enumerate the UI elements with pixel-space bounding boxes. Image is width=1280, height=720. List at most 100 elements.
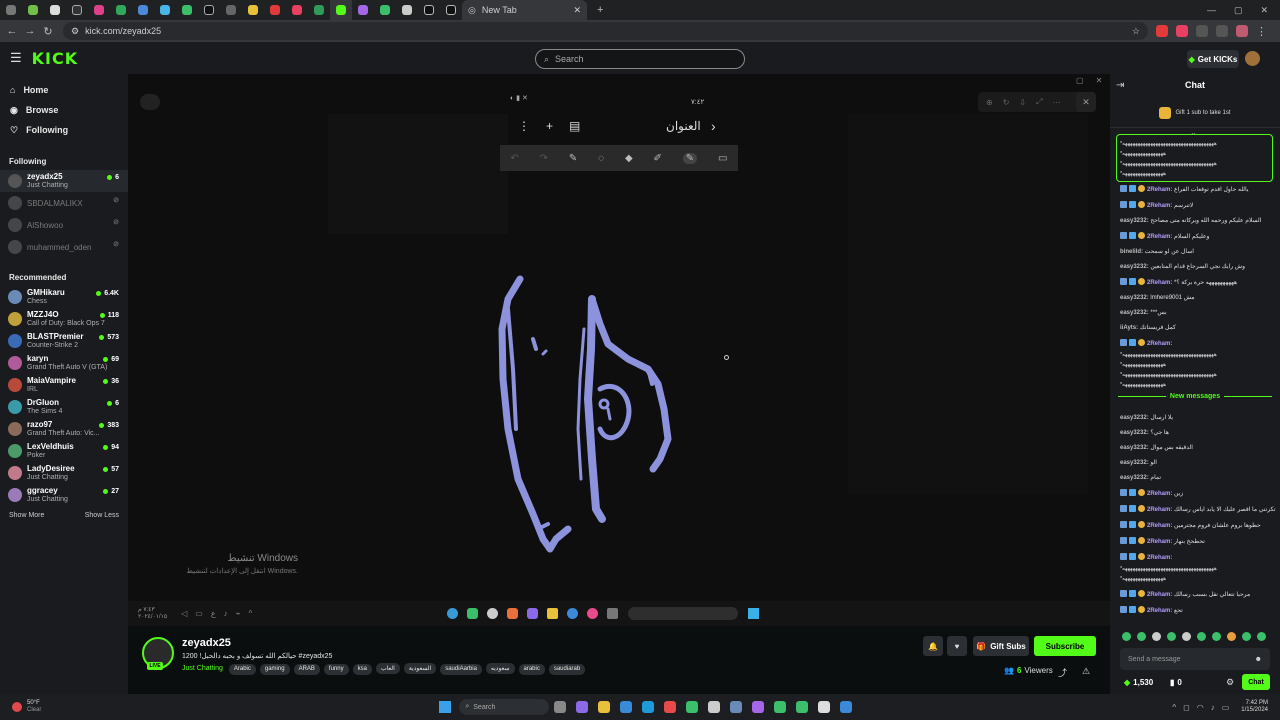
nav-following[interactable]: ♡ Following: [0, 120, 128, 140]
lasso-icon[interactable]: ◌: [598, 153, 604, 164]
chat-message[interactable]: 2Reham: حطوها بروم علشان فروم مجترمين: [1110, 521, 1280, 530]
taskbar-app-icon[interactable]: [620, 701, 633, 713]
tab-favicon[interactable]: [396, 0, 418, 20]
chat-username[interactable]: 2Reham: [1147, 187, 1170, 193]
tab-favicon[interactable]: [440, 0, 462, 20]
book-icon[interactable]: ▤: [569, 119, 580, 133]
chat-message[interactable]: binelild: اسأل عن لو سمحت: [1110, 248, 1280, 256]
more-icon[interactable]: ⋯: [1053, 98, 1061, 107]
tab-favicon[interactable]: [286, 0, 308, 20]
recommended-channel[interactable]: ggracey Just Chatting 27: [0, 484, 128, 506]
recommended-channel[interactable]: GMHikaru Chess 6.4K: [0, 286, 128, 308]
profile-icon[interactable]: [1236, 25, 1248, 37]
follow-button[interactable]: ♥: [947, 636, 967, 656]
bookmark-star-icon[interactable]: ☆: [1132, 26, 1140, 37]
recommended-channel[interactable]: LexVeldhuis Poker 94: [0, 440, 128, 462]
chat-message[interactable]: easy3232: lmhere9001 مش: [1110, 294, 1280, 302]
chat-message[interactable]: 2Reham:: [1110, 553, 1280, 562]
send-chat-button[interactable]: Chat: [1242, 674, 1270, 690]
nav-home[interactable]: ⌂ Home: [0, 80, 128, 100]
tag-chip[interactable]: العاب: [375, 663, 400, 674]
wifi-icon[interactable]: ◠: [1197, 703, 1204, 712]
tag-chip[interactable]: ARAB: [293, 663, 320, 675]
tab-favicon[interactable]: [132, 0, 154, 20]
chat-username[interactable]: 2Reham: [1147, 491, 1170, 497]
redo-icon[interactable]: ↷: [540, 153, 548, 164]
tab-favicon-kick[interactable]: [330, 0, 352, 20]
tab-favicon[interactable]: [44, 0, 66, 20]
emote-icon[interactable]: [1242, 632, 1251, 641]
chat-username[interactable]: binelild: [1120, 249, 1141, 255]
gift-banner[interactable]: Gift 1 sub to take 1st: [1110, 98, 1280, 128]
more-vert-icon[interactable]: ⋮: [518, 119, 530, 133]
tag-chip[interactable]: سعوديه: [485, 663, 515, 674]
user-avatar[interactable]: [1245, 51, 1260, 66]
chat-message[interactable]: easy3232: ***بس: [1110, 309, 1280, 317]
reload-icon[interactable]: ↻: [39, 25, 57, 38]
address-bar[interactable]: ⚙ kick.com/zeyadx25 ☆: [63, 22, 1148, 40]
chat-message[interactable]: easy3232: الو: [1110, 459, 1280, 467]
back-icon[interactable]: ←: [3, 25, 21, 37]
recommended-channel[interactable]: LadyDesiree Just Chatting 57: [0, 462, 128, 484]
emote-icon[interactable]: [1257, 632, 1266, 641]
following-channel[interactable]: AlShowoo ⊘: [0, 214, 128, 236]
share-icon[interactable]: ↻: [1003, 98, 1010, 107]
volume-icon[interactable]: ♪: [1211, 703, 1215, 712]
chat-username[interactable]: 2Reham: [1147, 234, 1170, 240]
recommended-channel[interactable]: MaiaVampire IRL 36: [0, 374, 128, 396]
tab-favicon[interactable]: [374, 0, 396, 20]
tab-favicon[interactable]: [154, 0, 176, 20]
show-more-button[interactable]: Show More: [9, 512, 44, 519]
emote-icon[interactable]: [1182, 632, 1191, 641]
recommended-channel[interactable]: karyn Grand Theft Auto V (GTA) 69: [0, 352, 128, 374]
tag-chip[interactable]: ksa: [352, 663, 372, 675]
battery-icon[interactable]: ▭: [1222, 703, 1230, 712]
maximize-icon[interactable]: ▢: [1234, 5, 1243, 16]
notification-bell-button[interactable]: 🔔: [923, 636, 943, 656]
taskbar-search[interactable]: ⌕ Search: [459, 699, 550, 715]
chat-message[interactable]: easy3232: السلام عليكم ورحمه الله وبركات…: [1110, 217, 1280, 225]
taskbar-app-icon[interactable]: [730, 701, 743, 713]
chat-username[interactable]: 2Reham: [1147, 341, 1170, 347]
channel-name[interactable]: zeyadx25: [182, 637, 231, 649]
extension-icon[interactable]: [1156, 25, 1168, 37]
nav-browse[interactable]: ◉ Browse: [0, 100, 128, 120]
chat-message[interactable]: 2Reham: مرحبا تتعالي نقل بسبب رسالك: [1110, 590, 1280, 599]
taskbar-clock[interactable]: 7:42 PM 1/15/2024: [1241, 700, 1268, 714]
channel-points[interactable]: ▮ 0: [1170, 678, 1182, 687]
extension-icon[interactable]: [1176, 25, 1188, 37]
taskbar-app-icon[interactable]: [796, 701, 809, 713]
chat-username[interactable]: easy3232: [1120, 460, 1147, 466]
chat-message[interactable]: 2Reham: تحع: [1110, 606, 1280, 615]
tag-chip[interactable]: funny: [323, 663, 349, 675]
gift-subs-button[interactable]: 🎁 Gift Subs: [973, 636, 1029, 656]
close-tab-icon[interactable]: ✕: [573, 5, 581, 16]
chat-username[interactable]: easy3232: [1120, 264, 1147, 270]
taskbar-app-icon[interactable]: [818, 701, 831, 713]
chat-message[interactable]: easy3232: تمام: [1110, 474, 1280, 482]
chat-username[interactable]: 2Reham: [1147, 203, 1170, 209]
recommended-channel[interactable]: razo97 Grand Theft Auto: Vic... 383: [0, 418, 128, 440]
emote-icon[interactable]: [1197, 632, 1206, 641]
chat-username[interactable]: 2Reham: [1147, 280, 1170, 286]
chat-message[interactable]: 2Reham: زين: [1110, 489, 1280, 498]
undo-icon[interactable]: ↶: [510, 153, 518, 164]
taskbar-app-icon[interactable]: [686, 701, 699, 713]
chat-message[interactable]: 2Reham: تحطحخ بنهار: [1110, 537, 1280, 546]
tag-chip[interactable]: السعودية: [403, 663, 437, 674]
tab-favicon[interactable]: [88, 0, 110, 20]
chevron-right-icon[interactable]: ›: [711, 118, 716, 134]
close-window-icon[interactable]: ✕: [1260, 5, 1268, 16]
search-input[interactable]: ⌕ Search: [535, 49, 745, 69]
taskbar-app-icon[interactable]: [708, 701, 721, 713]
highlighter-icon[interactable]: ✐: [654, 153, 662, 164]
chat-message[interactable]: easy3232: ها جي؟: [1110, 429, 1280, 437]
emoji-icon[interactable]: ☻: [1255, 656, 1262, 663]
tab-favicon[interactable]: [0, 0, 22, 20]
tag-chip[interactable]: saudiarab: [548, 663, 586, 675]
following-channel[interactable]: muhammed_oden ⊘: [0, 236, 128, 258]
chat-username[interactable]: 2Reham: [1147, 507, 1170, 513]
site-info-icon[interactable]: ⚙: [71, 26, 79, 37]
chat-input[interactable]: Send a message ☻: [1120, 648, 1270, 670]
browser-menu-icon[interactable]: ⋮: [1256, 25, 1267, 38]
